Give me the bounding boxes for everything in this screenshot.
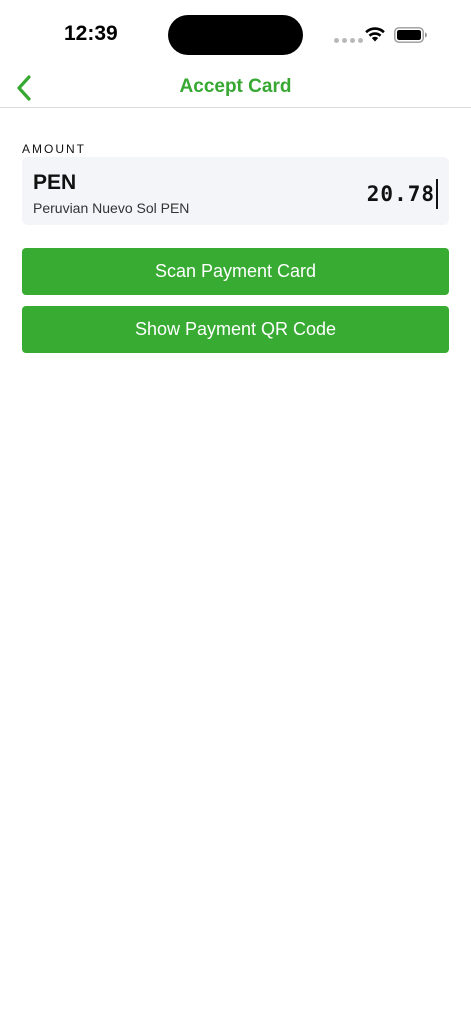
scan-payment-card-button[interactable]: Scan Payment Card bbox=[22, 248, 449, 295]
wifi-icon bbox=[365, 27, 385, 42]
text-cursor bbox=[436, 179, 438, 209]
status-bar: 12:39 bbox=[0, 0, 471, 70]
cellular-signal-icon bbox=[334, 38, 363, 43]
amount-value-text: 20.78 bbox=[366, 182, 435, 206]
dynamic-island bbox=[168, 15, 303, 55]
currency-name: Peruvian Nuevo Sol PEN bbox=[33, 200, 190, 216]
amount-label: AMOUNT bbox=[22, 142, 86, 156]
status-time: 12:39 bbox=[64, 22, 118, 45]
page-title: Accept Card bbox=[179, 76, 292, 97]
battery-icon bbox=[394, 27, 427, 43]
amount-input[interactable]: 20.78 bbox=[367, 179, 438, 209]
navigation-bar: Accept Card bbox=[0, 64, 471, 108]
show-payment-qr-code-button[interactable]: Show Payment QR Code bbox=[22, 306, 449, 353]
accept-card-screen: 12:39 Accept Card AMOUNT PEN Peruvian Nu… bbox=[0, 0, 471, 1024]
currency-code[interactable]: PEN bbox=[33, 171, 76, 195]
amount-field[interactable]: PEN Peruvian Nuevo Sol PEN 20.78 bbox=[22, 157, 449, 225]
